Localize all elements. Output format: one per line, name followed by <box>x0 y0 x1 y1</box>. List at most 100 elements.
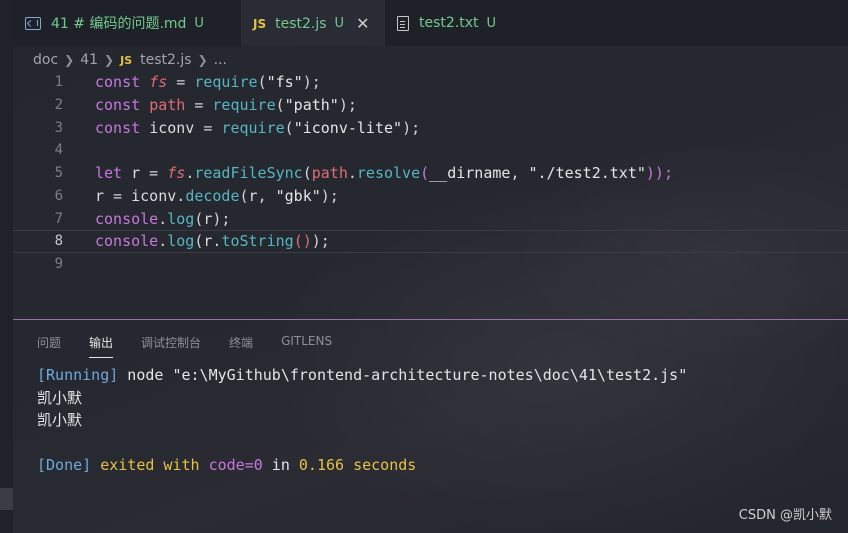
code-text: let r = fs.readFileSync(path.resolve(__d… <box>95 164 673 182</box>
code-token: iconv <box>149 118 195 137</box>
code-token: = <box>104 186 132 205</box>
code-token: path <box>149 96 186 115</box>
js-icon: JS <box>253 16 267 31</box>
close-icon[interactable]: ✕ <box>356 15 369 32</box>
output-token: node "e:\MyGithub\frontend-architecture-… <box>118 366 688 384</box>
code-token: ( <box>284 118 294 137</box>
output-log[interactable]: [Running] node "e:\MyGithub\frontend-arc… <box>37 364 687 477</box>
code-token: , <box>510 164 529 183</box>
line-number: 9 <box>54 255 63 272</box>
code-token: const <box>95 118 150 137</box>
code-token: . <box>158 209 168 228</box>
breadcrumb-item-symbols[interactable]: ... <box>214 52 227 68</box>
code-token: require <box>194 73 258 92</box>
code-token: resolve <box>356 164 421 183</box>
code-token: )); <box>645 164 673 183</box>
panel-tabs: 问题 输出 调试控制台 终端 GITLENS <box>37 334 360 358</box>
code-text: const fs = require("fs"); <box>95 73 321 91</box>
line-number: 4 <box>54 142 63 159</box>
code-token: ( <box>420 164 430 183</box>
line-number: 1 <box>54 74 63 91</box>
code-editor[interactable]: 1 const fs = require("fs"); 2 const path = … <box>13 71 848 317</box>
line-number: 7 <box>54 210 63 227</box>
output-line: [Running] node "e:\MyGithub\frontend-arc… <box>37 364 687 387</box>
code-token: toString <box>221 232 294 251</box>
code-line[interactable]: 8 console.log(r.toString()); <box>13 229 848 253</box>
code-line[interactable]: 3 const iconv = require("iconv-lite"); <box>13 116 848 139</box>
tab-label: test2.js <box>275 15 327 32</box>
code-token: let <box>95 164 132 183</box>
code-token: . <box>347 164 357 183</box>
bottom-panel: 问题 输出 调试控制台 终端 GITLENS [Running] node "e… <box>13 319 848 533</box>
chevron-right-icon: ❯ <box>64 53 75 67</box>
code-token: console <box>95 232 159 251</box>
tab-debug-console[interactable]: 调试控制台 <box>141 334 201 358</box>
untracked-badge: U <box>334 16 345 31</box>
code-token: () <box>293 232 312 251</box>
breadcrumb: doc ❯ 41 ❯ JS test2.js ❯ ... <box>33 50 227 70</box>
code-text: console.log(r); <box>95 210 230 228</box>
tab-problems[interactable]: 问题 <box>37 334 61 358</box>
code-token: ( <box>275 96 285 115</box>
output-token: [Done] <box>37 456 92 474</box>
code-token: ); <box>320 186 339 205</box>
code-line[interactable]: 2 const path = require("path"); <box>13 94 848 117</box>
output-line: 凯小默 <box>37 387 687 410</box>
tab-test2-txt[interactable]: test2.txt U <box>385 0 517 46</box>
code-token: ); <box>311 232 330 251</box>
code-token: const <box>95 96 150 115</box>
code-text: r = iconv.decode(r, "gbk"); <box>95 187 339 205</box>
code-token: "path" <box>284 96 339 115</box>
code-token: ); <box>338 96 357 115</box>
code-token: ); <box>212 209 231 228</box>
code-token: = <box>185 96 213 115</box>
code-token: , <box>257 186 276 205</box>
code-token: "iconv-lite" <box>293 118 403 137</box>
markdown-icon <box>25 16 41 30</box>
breadcrumb-item-doc[interactable]: doc <box>33 52 58 68</box>
tab-terminal[interactable]: 终端 <box>229 334 253 358</box>
code-line[interactable]: 4 <box>13 139 848 162</box>
tab-bar-empty <box>517 0 848 46</box>
breadcrumb-item-file[interactable]: test2.js <box>140 52 191 68</box>
code-token: = <box>140 164 168 183</box>
code-token: ( <box>302 164 312 183</box>
code-text: const iconv = require("iconv-lite"); <box>95 119 420 137</box>
output-token: seconds <box>344 456 417 474</box>
code-line[interactable]: 7 console.log(r); <box>13 207 848 230</box>
code-token: readFileSync <box>194 164 303 183</box>
code-line[interactable]: 6r = iconv.decode(r, "gbk"); <box>13 185 848 208</box>
editor-tab-bar: 41 # 编码的问题.md U JS test2.js U ✕ test2.tx… <box>13 0 848 46</box>
code-token: . <box>185 164 195 183</box>
tab-markdown-file[interactable]: 41 # 编码的问题.md U <box>13 0 241 46</box>
line-number: 8 <box>54 233 63 250</box>
js-icon: JS <box>120 53 133 67</box>
code-line[interactable]: 5 let r = fs.readFileSync(path.resolve(__… <box>13 162 848 185</box>
tab-label: 41 # 编码的问题.md <box>51 16 187 32</box>
code-token: "gbk" <box>275 186 321 205</box>
document-icon <box>397 15 409 31</box>
tab-label: test2.txt <box>419 15 479 31</box>
code-token: ( <box>257 73 267 92</box>
code-token: . <box>158 232 168 251</box>
breadcrumb-item-41[interactable]: 41 <box>80 52 98 68</box>
tab-gitlens[interactable]: GITLENS <box>281 334 332 358</box>
output-token: 凯小默 <box>37 388 83 407</box>
code-token: ( <box>239 186 249 205</box>
code-token: console <box>95 209 159 228</box>
code-token: fs <box>149 73 168 92</box>
code-token: ); <box>302 73 321 92</box>
code-token: iconv <box>131 186 177 205</box>
tab-test2-js[interactable]: JS test2.js U ✕ <box>241 0 385 46</box>
code-token: ); <box>402 118 421 137</box>
tab-output[interactable]: 输出 <box>89 334 114 358</box>
watermark: CSDN @凯小默 <box>738 508 832 523</box>
output-line: [Done] exited with code=0 in 0.166 secon… <box>37 454 687 477</box>
code-text: console.log(r.toString()); <box>95 232 330 250</box>
scrollbar-thumb[interactable] <box>0 488 13 510</box>
code-line[interactable]: 9 <box>13 253 848 276</box>
code-line[interactable]: 1 const fs = require("fs"); <box>13 71 848 94</box>
output-line: 凯小默 <box>37 409 687 432</box>
code-token: "./test2.txt" <box>528 164 646 183</box>
